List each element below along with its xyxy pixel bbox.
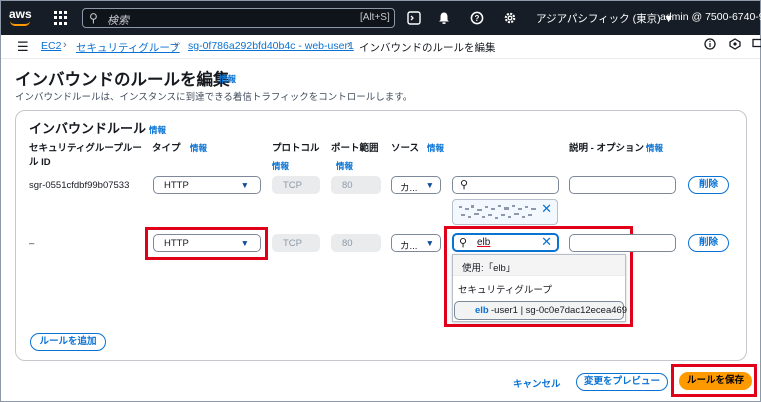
chevron-right-icon: ›	[347, 39, 351, 51]
save-rules-button[interactable]: ルールを保存	[679, 372, 752, 390]
port-range-field: 80	[331, 234, 381, 252]
breadcrumb-ec2[interactable]: EC2	[41, 40, 61, 52]
preview-changes-button[interactable]: 変更をプレビュー	[576, 373, 668, 391]
search-value: elb	[477, 237, 491, 248]
redacted-token-text	[459, 205, 536, 219]
page-title: インバウンドのルールを編集	[15, 71, 230, 89]
page-description: インバウンドルールは、インスタンスに到達できる着信トラフィックをコントロールしま…	[15, 92, 413, 103]
breadcrumb-security-groups[interactable]: セキュリティグループ	[76, 40, 180, 55]
rule-id: sgr-0551cfdbf99b07533	[29, 180, 130, 191]
type-select-value: HTTP	[164, 238, 189, 249]
description-info-link[interactable]: 情報	[646, 142, 663, 154]
dropdown-option-sg[interactable]: elb -user1 | sg-0c0e7dac12ecea469	[454, 301, 628, 320]
account-menu[interactable]: admin @ 7500-6740-9009	[660, 11, 761, 23]
section-info-link[interactable]: 情報	[149, 124, 166, 136]
port-range-field: 80	[331, 176, 381, 194]
source-search-input-active[interactable]: ⚲ elb ✕	[452, 233, 559, 252]
feedback-icon[interactable]	[752, 38, 761, 53]
aws-logo[interactable]: aws	[7, 4, 37, 30]
type-select[interactable]: HTTP ▼	[153, 234, 261, 252]
breadcrumb: ☰ EC2 › セキュリティグループ › sg-0f786a292bfd40b4…	[1, 35, 761, 59]
dropdown-group-header: セキュリティグループ	[458, 285, 552, 296]
aws-logo-smile	[10, 21, 30, 26]
caret-down-icon: ▼	[240, 180, 249, 190]
caret-down-icon: ▼	[425, 238, 434, 248]
type-select-value: HTTP	[164, 180, 189, 191]
svg-text:?: ?	[475, 14, 480, 23]
cloudshell-icon[interactable]	[405, 9, 423, 27]
breadcrumb-security-group[interactable]: sg-0f786a292bfd40b4c - web-user1	[188, 40, 354, 52]
type-info-link[interactable]: 情報	[190, 142, 207, 154]
column-header-protocol: プロトコル	[272, 143, 320, 154]
protocol-field: TCP	[272, 176, 320, 194]
cancel-button[interactable]: キャンセル	[513, 376, 561, 390]
rule-id-new: –	[29, 238, 35, 249]
description-input[interactable]	[569, 176, 676, 194]
search-placeholder: 検索	[107, 15, 129, 27]
protocol-info-link[interactable]: 情報	[272, 160, 289, 172]
page-info-link[interactable]: 情報	[219, 73, 236, 85]
grid-icon[interactable]	[54, 11, 68, 25]
column-header-sgr-id: セキュリティグループルー	[29, 143, 142, 154]
type-select[interactable]: HTTP ▼	[153, 176, 261, 194]
source-type-select[interactable]: カ... ▼	[391, 234, 441, 252]
source-search-input[interactable]: ⚲	[452, 176, 559, 194]
option-rest-text: -user1 | sg-0c0e7dac12ecea469	[491, 305, 628, 316]
chevron-right-icon: ›	[63, 39, 67, 51]
bell-icon[interactable]	[435, 9, 453, 27]
info-circle-icon[interactable]	[704, 38, 716, 53]
source-type-value: カ...	[400, 183, 418, 194]
column-header-source: ソース	[391, 143, 420, 154]
delete-rule-button[interactable]: 削除	[688, 234, 729, 252]
gear-icon[interactable]	[501, 9, 519, 27]
column-header-sgr-id-cont: ル ID	[29, 157, 51, 168]
search-icon: ⚲	[460, 179, 469, 191]
clear-search-icon[interactable]: ✕	[541, 234, 552, 250]
source-dropdown: 使用:「elb」 セキュリティグループ elb -user1 | sg-0c0e…	[452, 254, 628, 322]
add-rule-button[interactable]: ルールを追加	[30, 333, 106, 351]
remove-token-icon[interactable]: ✕	[541, 201, 552, 217]
source-type-select[interactable]: カ... ▼	[391, 176, 441, 194]
protocol-field: TCP	[272, 234, 320, 252]
option-match-text: elb	[475, 305, 489, 316]
delete-rule-button[interactable]: 削除	[688, 176, 729, 194]
description-input[interactable]	[569, 234, 676, 252]
search-icon: ⚲	[89, 11, 98, 25]
selected-source-token: ✕	[452, 199, 558, 225]
status-icon[interactable]	[729, 38, 741, 53]
search-icon: ⚲	[459, 237, 468, 249]
menu-icon[interactable]: ☰	[17, 39, 29, 55]
port-info-link[interactable]: 情報	[336, 160, 353, 172]
section-title: インバウンドルール	[29, 121, 147, 136]
dropdown-use-option[interactable]: 使用:「elb」	[453, 255, 625, 276]
region-selector[interactable]: アジアパシフィック (東京) ▼	[536, 11, 674, 26]
source-info-link[interactable]: 情報	[427, 142, 444, 154]
caret-down-icon: ▼	[240, 238, 249, 248]
column-header-description: 説明 - オプション	[569, 143, 644, 154]
top-navigation: aws ⚲ 検索 [Alt+S] ? アジアパシフィック (東京) ▼ admi…	[1, 1, 761, 35]
global-search-input[interactable]: ⚲ 検索 [Alt+S]	[82, 8, 395, 28]
column-header-port-range: ポート範囲	[331, 143, 379, 154]
aws-logo-text: aws	[9, 7, 32, 21]
search-shortcut: [Alt+S]	[360, 12, 390, 23]
source-type-value: カ...	[400, 241, 418, 252]
column-header-type: タイプ	[152, 143, 181, 154]
chevron-right-icon: ›	[174, 39, 178, 51]
help-icon[interactable]: ?	[468, 9, 486, 27]
breadcrumb-current: インバウンドのルールを編集	[359, 42, 496, 54]
caret-down-icon: ▼	[425, 180, 434, 190]
